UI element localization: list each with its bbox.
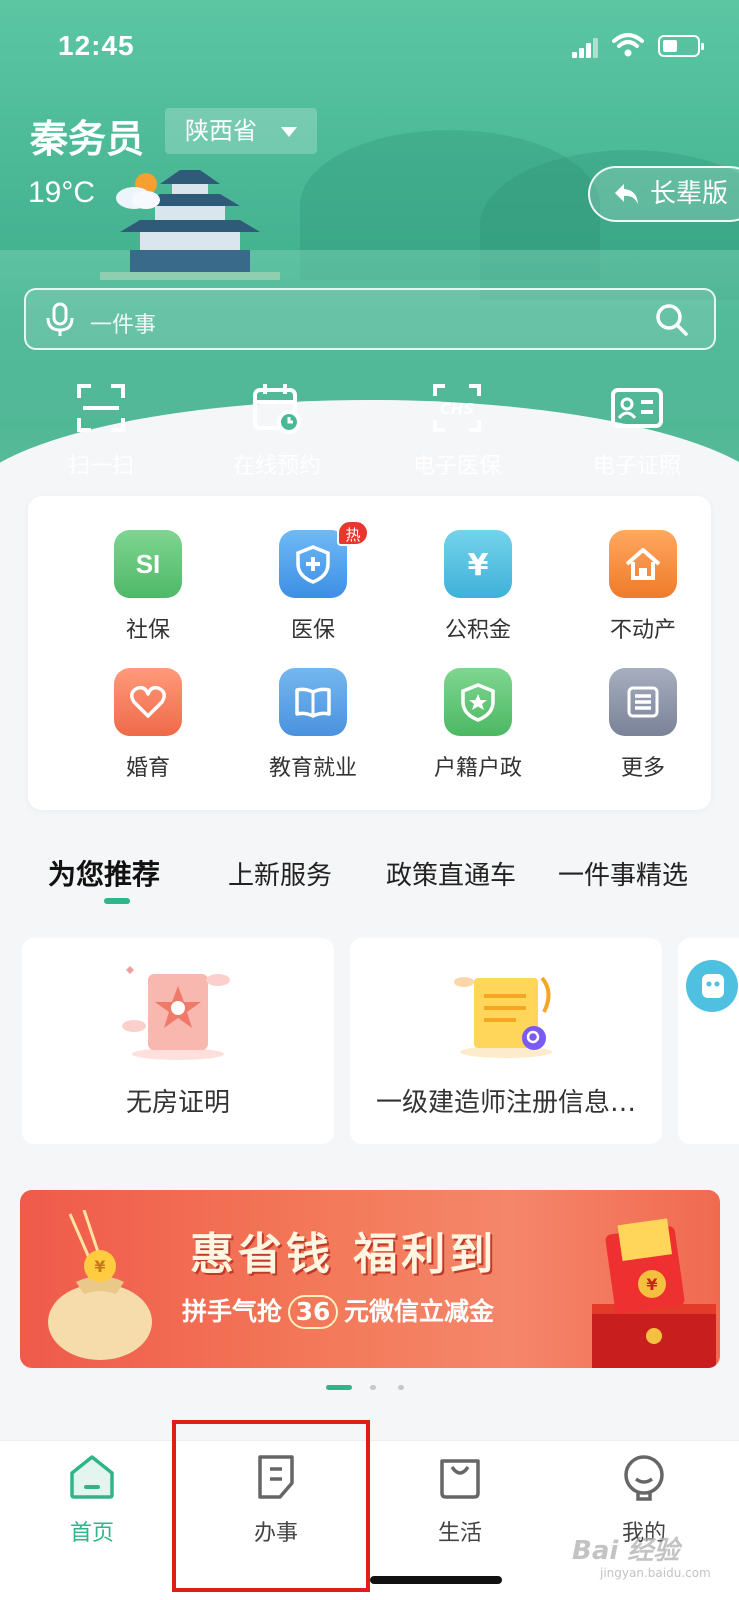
quick-action-medical-insurance[interactable]: CHS 电子医保 <box>372 380 542 480</box>
quick-action-e-license[interactable]: 电子证照 <box>552 380 722 480</box>
svg-text:¥: ¥ <box>646 1275 657 1294</box>
search-bar[interactable]: 一件事 <box>24 288 716 350</box>
si-icon: SI <box>114 530 182 598</box>
certificate-star-illustration <box>122 966 230 1060</box>
card-label: 一级建造师注册信息… <box>375 1088 636 1118</box>
home-icon <box>70 1455 114 1499</box>
service-label: 不动产 <box>609 618 676 643</box>
search-placeholder: 一件事 <box>90 313 157 338</box>
scan-icon <box>77 384 125 432</box>
tab-policy[interactable]: 政策直通车 <box>386 855 516 892</box>
card-label: 无房证明 <box>125 1088 230 1118</box>
status-bar: 12:45 <box>0 0 739 90</box>
tab-recommended[interactable]: 为您推荐 <box>48 853 160 893</box>
banner-subtitle: 拼手气抢 36 元微信立减金 <box>182 1292 494 1329</box>
caret-down-icon <box>281 127 297 137</box>
tab-indicator <box>104 898 130 904</box>
service-more[interactable]: 更多 <box>558 668 728 782</box>
return-arrow-icon <box>615 184 638 204</box>
recommend-card[interactable]: 一级建造师注册信息… <box>350 938 662 1144</box>
user-face-icon <box>624 1455 664 1501</box>
shield-cross-icon: 热 <box>279 520 369 598</box>
banner-title: 惠省钱 福利到 <box>190 1229 498 1280</box>
recommend-card[interactable]: 无房证明 <box>22 938 334 1144</box>
id-card-icon <box>611 388 663 428</box>
yen-icon: ¥ <box>444 530 512 598</box>
quick-action-label: 扫一扫 <box>67 454 134 479</box>
recommend-card-partial[interactable] <box>678 938 739 1144</box>
tab-new-services[interactable]: 上新服务 <box>228 855 332 892</box>
police-badge-icon <box>444 668 512 736</box>
tab-featured[interactable]: 一件事精选 <box>558 855 688 892</box>
highlight-box <box>172 1420 370 1592</box>
province-selector[interactable]: 陕西省 <box>165 108 317 154</box>
home-indicator <box>370 1576 502 1584</box>
temperature: 19°C <box>28 176 96 209</box>
service-marriage[interactable]: 婚育 <box>63 668 233 782</box>
carousel-indicator <box>326 1385 416 1393</box>
quick-action-scan[interactable]: 扫一扫 <box>16 380 186 480</box>
service-medical-insurance[interactable]: 热 医保 <box>228 520 398 644</box>
nav-label: 生活 <box>437 1521 482 1546</box>
nav-label: 首页 <box>69 1521 114 1546</box>
service-label: 户籍户政 <box>433 756 522 781</box>
province-label: 陕西省 <box>185 117 257 145</box>
service-label: 公积金 <box>444 618 511 643</box>
quick-action-label: 在线预约 <box>232 454 321 479</box>
robot-icon <box>686 960 738 1012</box>
document-search-illustration <box>454 976 552 1058</box>
microphone-icon[interactable] <box>44 302 76 338</box>
carousel-dot <box>398 1385 404 1390</box>
app-title: 秦务员 <box>30 117 145 161</box>
chs-card-icon: CHS <box>433 384 481 432</box>
watermark-brand: Bai 经验 <box>572 1536 680 1566</box>
elder-mode-button[interactable]: 长辈版 <box>588 166 739 222</box>
svg-text:SI: SI <box>136 549 161 579</box>
signal-icon <box>572 38 600 58</box>
service-social-security[interactable]: SI 社保 <box>63 530 233 644</box>
svg-text:¥: ¥ <box>468 548 489 583</box>
header-banner: 12:45 秦务员 陕西省 19°C 长辈版 一件事 扫一扫 在线预约 CHS … <box>0 0 739 520</box>
carousel-dot-active <box>326 1385 352 1390</box>
service-label: 婚育 <box>125 756 170 781</box>
quick-action-label: 电子医保 <box>412 454 501 479</box>
battery-icon <box>658 35 704 57</box>
service-label: 教育就业 <box>268 756 357 781</box>
book-icon <box>279 668 347 736</box>
wifi-icon <box>612 33 644 57</box>
status-time: 12:45 <box>58 30 135 61</box>
calendar-clock-icon <box>253 384 301 434</box>
carousel-dot <box>370 1385 376 1390</box>
heart-icon <box>114 668 182 736</box>
promo-banner[interactable]: ¥ 惠省钱 福利到 拼手气抢 36 元微信立减金 ¥ <box>20 1190 720 1368</box>
hot-badge: 热 <box>337 520 369 546</box>
service-education-employment[interactable]: 教育就业 <box>228 668 398 782</box>
service-real-estate[interactable]: 不动产 <box>558 530 728 644</box>
house-icon <box>609 530 677 598</box>
red-envelope-box-icon: ¥ <box>592 1218 716 1368</box>
banner-sub-before: 拼手气抢 <box>182 1297 283 1326</box>
service-label: 更多 <box>620 756 665 781</box>
banner-amount-badge: 36 <box>288 1295 339 1329</box>
elder-mode-label: 长辈版 <box>650 179 729 209</box>
service-household-registration[interactable]: 户籍户政 <box>393 668 563 782</box>
svg-text:¥: ¥ <box>94 1257 105 1276</box>
money-bag-icon: ¥ <box>48 1210 152 1360</box>
quick-action-label: 电子证照 <box>592 454 681 479</box>
service-label: 社保 <box>125 618 170 643</box>
service-grid: SI 社保 热 医保 ¥ 公积金 不动产 婚育 教育就业 户籍户政 更多 <box>28 496 711 810</box>
watermark-url: jingyan.baidu.com <box>600 1566 711 1580</box>
search-icon[interactable] <box>654 302 690 338</box>
nav-home[interactable]: 首页 <box>0 1453 184 1547</box>
svg-text:CHS: CHS <box>440 400 474 418</box>
service-housing-fund[interactable]: ¥ 公积金 <box>393 530 563 644</box>
service-label: 医保 <box>290 618 335 643</box>
nav-life[interactable]: 生活 <box>368 1453 552 1547</box>
more-icon <box>609 668 677 736</box>
banner-sub-after: 元微信立减金 <box>344 1297 495 1326</box>
cloudy-sun-icon <box>116 173 160 209</box>
shopping-bag-icon <box>440 1459 480 1499</box>
quick-action-appointment[interactable]: 在线预约 <box>192 380 362 480</box>
